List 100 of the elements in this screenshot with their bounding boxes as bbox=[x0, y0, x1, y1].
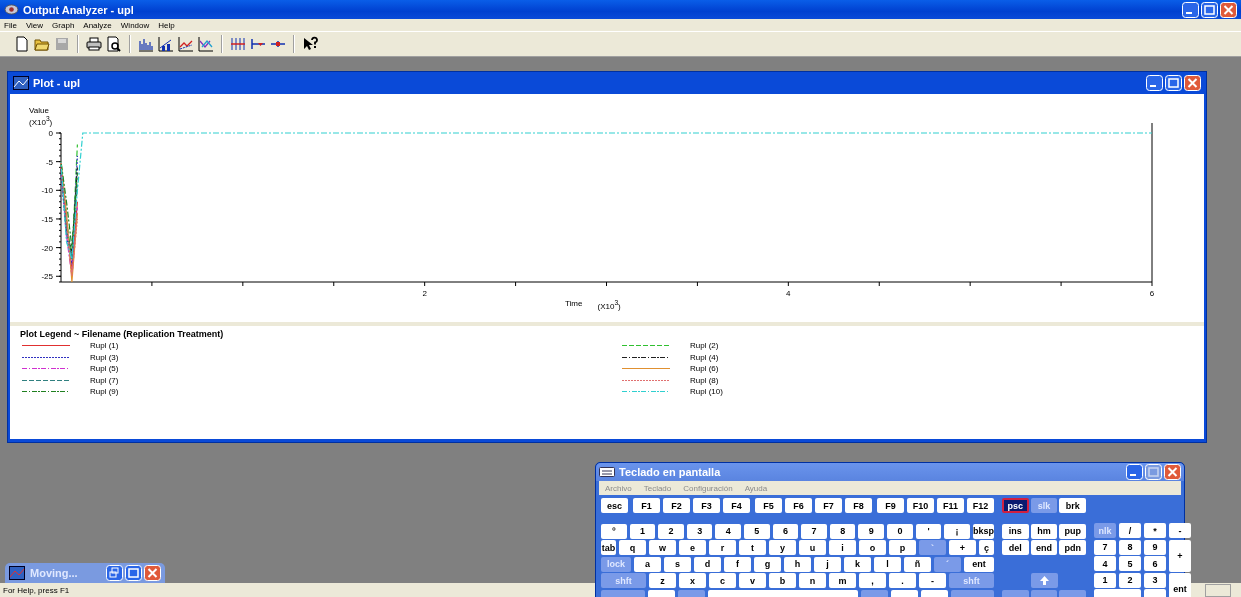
key[interactable]: u bbox=[799, 540, 826, 555]
key[interactable]: 3 bbox=[1144, 572, 1166, 588]
key[interactable]: s bbox=[664, 556, 691, 572]
key[interactable]: 2 bbox=[1119, 572, 1141, 588]
close-button[interactable] bbox=[144, 565, 161, 581]
menu-item[interactable]: Graph bbox=[52, 20, 75, 30]
key[interactable]: ñ bbox=[904, 556, 931, 572]
key[interactable]: c bbox=[709, 573, 736, 588]
key[interactable]: k bbox=[844, 556, 871, 572]
key[interactable]: w bbox=[649, 540, 676, 555]
minimize-button[interactable] bbox=[1126, 464, 1143, 480]
maximize-button[interactable] bbox=[1165, 75, 1182, 91]
up-arrow-key[interactable] bbox=[1030, 573, 1058, 588]
key[interactable]: end bbox=[1030, 540, 1058, 555]
key[interactable]: , bbox=[859, 573, 886, 588]
key[interactable]: f bbox=[724, 556, 751, 572]
interval-plot-icon[interactable] bbox=[230, 36, 246, 52]
key[interactable]: tab bbox=[601, 540, 616, 555]
key[interactable]: m bbox=[829, 573, 856, 588]
key[interactable]: 7 bbox=[801, 523, 827, 539]
key[interactable]: hm bbox=[1030, 523, 1058, 539]
help-pointer-icon[interactable] bbox=[302, 36, 318, 52]
key[interactable]: y bbox=[769, 540, 796, 555]
key[interactable]: ent bbox=[1169, 572, 1191, 597]
key[interactable]: l bbox=[874, 556, 901, 572]
line-marker-icon[interactable] bbox=[250, 36, 266, 52]
key[interactable]: ç bbox=[979, 540, 994, 555]
key[interactable]: 3 bbox=[686, 523, 713, 539]
key[interactable]: * bbox=[1144, 523, 1166, 538]
key[interactable]: 1 bbox=[629, 523, 656, 539]
key[interactable]: b bbox=[769, 573, 796, 588]
key[interactable]: 0 bbox=[887, 523, 913, 539]
maximize-button[interactable] bbox=[1145, 464, 1162, 480]
restore-button[interactable] bbox=[106, 565, 123, 581]
menu-item[interactable]: View bbox=[25, 20, 44, 30]
key[interactable]: 1 bbox=[1094, 572, 1116, 588]
minimize-button[interactable] bbox=[1182, 1, 1199, 18]
key[interactable]: 9 bbox=[1144, 539, 1166, 555]
multi-line-chart-icon[interactable] bbox=[198, 36, 214, 52]
key[interactable]: º bbox=[601, 523, 627, 539]
key[interactable]: i bbox=[829, 540, 856, 555]
key[interactable]: z bbox=[649, 573, 676, 588]
key[interactable]: - bbox=[919, 573, 946, 588]
key[interactable]: F5 bbox=[755, 498, 782, 513]
bar-chart-icon[interactable] bbox=[138, 36, 154, 52]
key[interactable]: 6 bbox=[772, 523, 799, 539]
key[interactable]: p bbox=[889, 540, 916, 555]
key[interactable]: + bbox=[1169, 539, 1191, 572]
new-document-icon[interactable] bbox=[14, 36, 30, 52]
key[interactable]: 2 bbox=[658, 523, 684, 539]
menu-item[interactable]: Analyze bbox=[83, 20, 112, 30]
key[interactable]: d bbox=[694, 556, 721, 572]
key[interactable]: F2 bbox=[663, 498, 690, 513]
key[interactable]: ins bbox=[1002, 523, 1029, 539]
key[interactable]: x bbox=[679, 573, 706, 588]
print-preview-icon[interactable] bbox=[106, 36, 122, 52]
maximize-button[interactable] bbox=[1201, 1, 1218, 18]
key[interactable]: o bbox=[859, 540, 886, 555]
close-button[interactable] bbox=[1164, 464, 1181, 480]
key[interactable]: r bbox=[709, 540, 736, 555]
key[interactable]: 7 bbox=[1094, 539, 1116, 555]
key[interactable]: 8 bbox=[829, 523, 856, 539]
key[interactable]: F12 bbox=[967, 498, 994, 513]
key[interactable]: ' bbox=[915, 523, 942, 539]
key[interactable]: / bbox=[1119, 523, 1141, 538]
key[interactable]: ¡ bbox=[944, 523, 970, 539]
close-button[interactable] bbox=[1184, 75, 1201, 91]
key[interactable]: pup bbox=[1059, 523, 1086, 539]
folder-icon[interactable] bbox=[34, 36, 50, 52]
key[interactable]: - bbox=[1169, 523, 1191, 538]
line-chart-icon[interactable] bbox=[178, 36, 194, 52]
key[interactable]: 6 bbox=[1144, 556, 1166, 571]
key[interactable]: 5 bbox=[744, 523, 770, 539]
key[interactable]: brk bbox=[1059, 498, 1086, 513]
key[interactable]: j bbox=[814, 556, 841, 572]
key[interactable]: esc bbox=[601, 498, 628, 513]
key[interactable]: . bbox=[889, 573, 916, 588]
key[interactable]: del bbox=[1002, 540, 1029, 555]
key[interactable]: 9 bbox=[858, 523, 885, 539]
key[interactable]: F6 bbox=[785, 498, 812, 513]
key[interactable]: 4 bbox=[715, 523, 742, 539]
key[interactable]: t bbox=[739, 540, 766, 555]
minimize-button[interactable] bbox=[1146, 75, 1163, 91]
menu-item[interactable]: Window bbox=[120, 20, 150, 30]
menu-item[interactable]: Help bbox=[158, 20, 175, 30]
bar-line-chart-icon[interactable] bbox=[158, 36, 174, 52]
key[interactable]: h bbox=[784, 556, 811, 572]
key[interactable]: v bbox=[739, 573, 766, 588]
key[interactable]: a bbox=[634, 556, 661, 572]
maximize-button[interactable] bbox=[125, 565, 142, 581]
key[interactable]: pdn bbox=[1059, 540, 1086, 555]
key[interactable]: n bbox=[799, 573, 826, 588]
key[interactable]: F8 bbox=[845, 498, 872, 513]
key[interactable]: ent bbox=[964, 556, 994, 572]
key[interactable]: F1 bbox=[633, 498, 660, 513]
key[interactable]: 8 bbox=[1119, 539, 1141, 555]
key[interactable]: psc bbox=[1002, 498, 1029, 513]
key[interactable]: F4 bbox=[723, 498, 750, 513]
key[interactable]: F3 bbox=[693, 498, 720, 513]
key[interactable]: g bbox=[754, 556, 781, 572]
